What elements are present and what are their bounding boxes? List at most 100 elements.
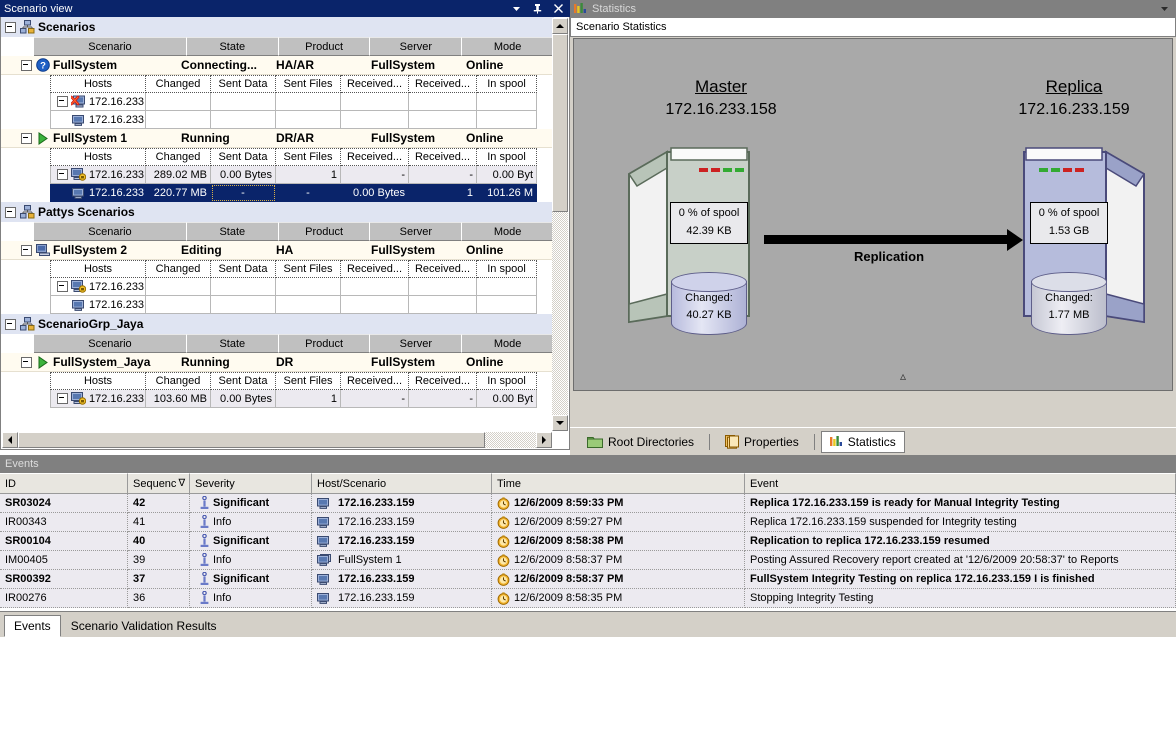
- scenario-column-header[interactable]: Scenario: [34, 37, 187, 56]
- tree-expander[interactable]: [5, 207, 16, 218]
- scenario-column-header[interactable]: Server: [370, 37, 462, 56]
- scenario-row[interactable]: FullSystem 1RunningDR/ARFullSystemOnline: [1, 129, 554, 148]
- scenario-group-header[interactable]: ScenarioGrp_Jaya: [1, 314, 554, 334]
- host-column-header[interactable]: Hosts: [50, 372, 146, 390]
- events-tabbar[interactable]: EventsScenario Validation Results: [0, 613, 1176, 637]
- events-column-event[interactable]: Event: [745, 473, 1176, 494]
- tree-expander[interactable]: [21, 133, 32, 144]
- tab-root-directories[interactable]: Root Directories: [578, 431, 703, 453]
- events-column-headers[interactable]: IDSequenc∇SeverityHost/ScenarioTimeEvent: [0, 473, 1176, 494]
- host-column-header[interactable]: Received...: [341, 372, 409, 390]
- host-column-header[interactable]: In spool: [477, 372, 537, 390]
- scroll-left-button[interactable]: [2, 432, 18, 448]
- tree-expander[interactable]: [57, 169, 68, 180]
- event-row[interactable]: IR0034341Info172.16.233.15912/6/2009 8:5…: [0, 513, 1176, 532]
- events-rows[interactable]: SR0302442Significant172.16.233.15912/6/2…: [0, 494, 1176, 608]
- scroll-track[interactable]: [552, 34, 568, 415]
- scenario-row[interactable]: ?FullSystemConnecting...HA/ARFullSystemO…: [1, 56, 554, 75]
- scenario-group-header[interactable]: Scenarios: [1, 17, 554, 37]
- scenario-horizontal-scrollbar[interactable]: [2, 432, 552, 448]
- events-column-time[interactable]: Time: [492, 473, 745, 494]
- hscroll-track[interactable]: [18, 432, 536, 448]
- scenario-column-header[interactable]: Product: [279, 334, 371, 353]
- scenario-vertical-scrollbar[interactable]: [552, 18, 568, 431]
- host-column-header[interactable]: Received...: [341, 148, 409, 166]
- scenario-column-header[interactable]: Product: [279, 37, 371, 56]
- host-column-header[interactable]: Sent Data: [211, 260, 276, 278]
- statistics-tabbar[interactable]: Root Directories Properties Statistics: [570, 427, 1176, 455]
- host-column-header[interactable]: In spool: [477, 75, 537, 93]
- tree-expander[interactable]: [57, 96, 68, 107]
- event-row[interactable]: SR0010440Significant172.16.233.15912/6/2…: [0, 532, 1176, 551]
- host-column-header[interactable]: Sent Files: [276, 260, 341, 278]
- events-column-sequenc[interactable]: Sequenc∇: [128, 473, 190, 494]
- host-row[interactable]: 172.16.233.155: [50, 93, 554, 111]
- host-column-header[interactable]: Received...: [341, 75, 409, 93]
- scroll-up-button[interactable]: [552, 18, 568, 34]
- host-row[interactable]: 172.16.233.1: [50, 296, 554, 314]
- host-column-header[interactable]: Changed: [146, 260, 211, 278]
- host-row[interactable]: 172.16.233.1220.77 MB--0.00 Bytes1101.26…: [50, 184, 554, 202]
- events-column-severity[interactable]: Severity: [190, 473, 312, 494]
- host-column-header[interactable]: Sent Files: [276, 148, 341, 166]
- events-tab-scenario-validation-results[interactable]: Scenario Validation Results: [61, 615, 227, 637]
- host-column-header[interactable]: Changed: [146, 75, 211, 93]
- host-column-header[interactable]: Received...: [341, 260, 409, 278]
- events-column-host-scenario[interactable]: Host/Scenario: [312, 473, 492, 494]
- scenario-column-header[interactable]: State: [187, 334, 279, 353]
- tree-expander[interactable]: [57, 393, 68, 404]
- scenario-column-header[interactable]: State: [187, 222, 279, 241]
- scroll-down-button[interactable]: [552, 415, 568, 431]
- host-column-header[interactable]: Sent Data: [211, 372, 276, 390]
- scenario-column-header[interactable]: Mode: [462, 222, 554, 241]
- events-tab-events[interactable]: Events: [4, 615, 61, 637]
- host-column-header[interactable]: Sent Files: [276, 75, 341, 93]
- host-column-header[interactable]: Hosts: [50, 75, 146, 93]
- host-column-header[interactable]: Hosts: [50, 148, 146, 166]
- event-row[interactable]: SR0039237Significant172.16.233.15912/6/2…: [0, 570, 1176, 589]
- menu-dropdown-icon[interactable]: [511, 3, 522, 14]
- scroll-thumb[interactable]: [552, 34, 568, 212]
- event-row[interactable]: IR0027636Info172.16.233.15912/6/2009 8:5…: [0, 589, 1176, 608]
- host-column-header[interactable]: Received...: [409, 148, 477, 166]
- host-column-header[interactable]: Changed: [146, 372, 211, 390]
- scenario-group-header[interactable]: Pattys Scenarios: [1, 202, 554, 222]
- host-column-header[interactable]: Sent Files: [276, 372, 341, 390]
- close-icon[interactable]: [553, 3, 564, 14]
- host-column-header[interactable]: Hosts: [50, 260, 146, 278]
- tree-expander[interactable]: [21, 60, 32, 71]
- scenario-column-header[interactable]: Server: [370, 222, 462, 241]
- scenario-column-header[interactable]: Server: [370, 334, 462, 353]
- scenario-tree[interactable]: ScenariosScenarioStateProductServerMode?…: [1, 17, 554, 429]
- host-row[interactable]: 172.16.233.158: [50, 278, 554, 296]
- tree-expander[interactable]: [21, 245, 32, 256]
- scenario-row[interactable]: FullSystem 2EditingHAFullSystemOnline: [1, 241, 554, 260]
- events-grid[interactable]: IDSequenc∇SeverityHost/ScenarioTimeEvent…: [0, 472, 1176, 612]
- menu-dropdown-icon[interactable]: [1159, 3, 1170, 14]
- scenario-column-header[interactable]: Scenario: [34, 334, 187, 353]
- scenario-column-header[interactable]: Product: [279, 222, 371, 241]
- host-column-header[interactable]: Changed: [146, 148, 211, 166]
- host-column-header[interactable]: Sent Data: [211, 75, 276, 93]
- event-row[interactable]: SR0302442Significant172.16.233.15912/6/2…: [0, 494, 1176, 513]
- event-row[interactable]: IM0040539InfoFullSystem 112/6/2009 8:58:…: [0, 551, 1176, 570]
- host-column-header[interactable]: In spool: [477, 260, 537, 278]
- tab-properties[interactable]: Properties: [716, 431, 808, 453]
- host-row[interactable]: 172.16.233.158289.02 MB0.00 Bytes1--0.00…: [50, 166, 554, 184]
- tree-expander[interactable]: [5, 22, 16, 33]
- tree-expander[interactable]: [21, 357, 32, 368]
- host-column-header[interactable]: Received...: [409, 75, 477, 93]
- scenario-row[interactable]: FullSystem_JayaRunningDRFullSystemOnline: [1, 353, 554, 372]
- host-column-header[interactable]: Sent Data: [211, 148, 276, 166]
- scenario-column-header[interactable]: Mode: [462, 334, 554, 353]
- host-column-header[interactable]: Received...: [409, 372, 477, 390]
- hscroll-thumb[interactable]: [18, 432, 485, 448]
- host-row[interactable]: 172.16.233.158103.60 MB0.00 Bytes1--0.00…: [50, 390, 554, 408]
- scenario-column-header[interactable]: Mode: [462, 37, 554, 56]
- tab-statistics[interactable]: Statistics: [821, 431, 905, 453]
- events-column-id[interactable]: ID: [0, 473, 128, 494]
- scenario-column-header[interactable]: Scenario: [34, 222, 187, 241]
- host-row[interactable]: 172.16.233.15: [50, 111, 554, 129]
- scroll-right-button[interactable]: [536, 432, 552, 448]
- host-column-header[interactable]: Received...: [409, 260, 477, 278]
